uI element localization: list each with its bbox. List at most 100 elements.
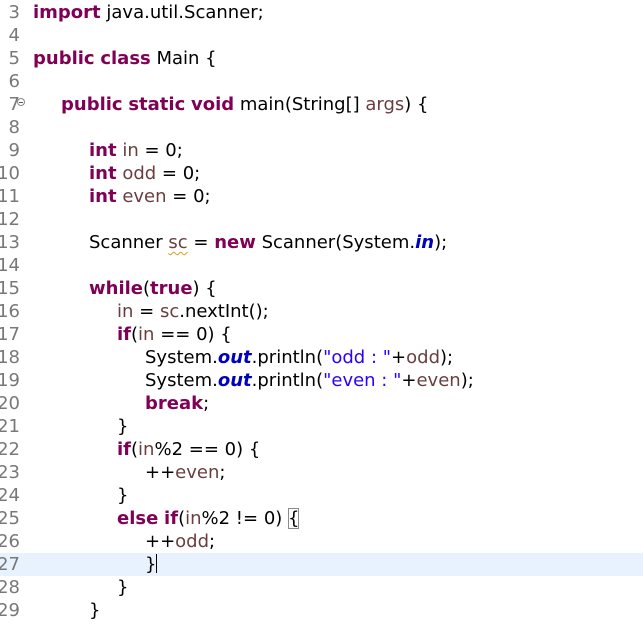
code-line[interactable]: 19 System.out.println("even : "+even); — [0, 369, 643, 392]
line-number-gutter: 15 — [0, 277, 30, 300]
line-number: 23 — [0, 462, 20, 483]
code-token: + — [391, 347, 407, 368]
code-line[interactable]: 23 ++even; — [0, 461, 643, 484]
code-text[interactable]: } — [117, 415, 128, 438]
code-token: ) { — [192, 278, 217, 299]
line-number: 27 — [0, 554, 20, 575]
code-line[interactable]: 7 public static void main(String[] args) … — [0, 93, 643, 116]
code-line[interactable]: 27} — [0, 553, 643, 576]
code-token: = — [133, 301, 160, 322]
code-text[interactable]: System.out.println("odd : "+odd); — [145, 346, 453, 369]
code-token: %2 != 0) — [201, 508, 289, 529]
line-number: 4 — [8, 25, 20, 46]
keyword-token: else — [117, 508, 159, 529]
variable-token: odd — [122, 163, 157, 184]
variable-token: in — [138, 324, 155, 345]
code-text[interactable]: int even = 0; — [89, 185, 211, 208]
string-token: "odd : " — [323, 347, 392, 368]
code-text[interactable]: } — [117, 484, 128, 507]
keyword-token: while — [89, 278, 143, 299]
code-line[interactable]: 12 — [0, 208, 643, 231]
line-number-gutter: 17 — [0, 323, 30, 346]
code-text[interactable]: int in = 0; — [89, 139, 183, 162]
code-line[interactable]: 28} — [0, 576, 643, 599]
line-number: 19 — [0, 370, 20, 391]
code-line[interactable]: 8 — [0, 116, 643, 139]
line-number-gutter: 26 — [0, 530, 30, 553]
code-line[interactable]: 9 int in = 0; — [0, 139, 643, 162]
code-line[interactable]: 6 — [0, 70, 643, 93]
code-line[interactable]: 21} — [0, 415, 643, 438]
code-token: ( — [131, 324, 139, 345]
code-line[interactable]: 22 if(in%2 == 0) { — [0, 438, 643, 461]
code-token: ; — [203, 393, 210, 414]
code-text[interactable]: System.out.println("even : "+even); — [145, 369, 474, 392]
code-text[interactable]: public class Main { — [33, 47, 217, 70]
code-text[interactable]: } — [117, 576, 128, 599]
line-number: 10 — [0, 163, 20, 184]
line-number-gutter: 6 — [0, 70, 30, 93]
code-line[interactable]: 29} — [0, 599, 643, 622]
code-token: + — [401, 370, 417, 391]
code-line[interactable]: 24} — [0, 484, 643, 507]
code-text[interactable]: ++odd; — [145, 530, 215, 553]
line-number-gutter: 7 — [0, 93, 30, 116]
line-number: 6 — [8, 71, 20, 92]
line-number-gutter: 9 — [0, 139, 30, 162]
code-line[interactable]: 25 else if(in%2 != 0) { — [0, 507, 643, 530]
code-token: .println( — [251, 347, 324, 368]
code-token: } — [89, 600, 101, 621]
code-line[interactable]: 4 — [0, 24, 643, 47]
code-line[interactable]: 15 while(true) { — [0, 277, 643, 300]
variable-token: sc — [168, 232, 188, 253]
line-number: 14 — [0, 255, 20, 276]
code-text[interactable]: int odd = 0; — [89, 162, 200, 185]
code-line[interactable]: 13 Scanner sc = new Scanner(System.in); — [0, 231, 643, 254]
code-line[interactable]: 14 — [0, 254, 643, 277]
code-line[interactable]: 3 import java.util.Scanner; — [0, 1, 643, 24]
variable-token: odd — [406, 347, 440, 368]
code-editor[interactable]: 3 import java.util.Scanner; 4 5 public class… — [0, 0, 643, 624]
code-token: ( — [143, 278, 151, 299]
code-text[interactable]: ++even; — [145, 461, 225, 484]
code-token: .println( — [251, 370, 324, 391]
code-token: ; — [209, 531, 216, 552]
line-number-gutter: 28 — [0, 576, 30, 599]
line-number: 12 — [0, 209, 20, 230]
code-line[interactable]: 17 if(in == 0) { — [0, 323, 643, 346]
code-token: Main { — [150, 48, 217, 69]
code-text[interactable]: Scanner sc = new Scanner(System.in); — [89, 231, 447, 254]
code-text[interactable]: if(in%2 == 0) { — [117, 438, 260, 461]
variable-token: odd — [175, 531, 210, 552]
code-token: Scanner — [89, 232, 169, 253]
code-line[interactable]: 5 public class Main { — [0, 47, 643, 70]
code-text[interactable]: } — [89, 599, 100, 622]
code-text[interactable]: } — [145, 553, 158, 576]
code-token: .nextInt(); — [179, 301, 269, 322]
code-line[interactable]: 16 in = sc.nextInt(); — [0, 300, 643, 323]
code-text[interactable]: public static void main(String[] args) { — [61, 93, 428, 116]
code-text[interactable]: else if(in%2 != 0) { — [117, 507, 300, 530]
collapse-fold-icon[interactable] — [17, 98, 25, 106]
line-number-gutter: 25 — [0, 507, 30, 530]
code-text[interactable]: in = sc.nextInt(); — [117, 300, 269, 323]
variable-token: sc — [159, 301, 180, 322]
code-text[interactable]: break; — [145, 392, 209, 415]
code-token: = — [187, 232, 215, 253]
code-text[interactable]: import java.util.Scanner; — [33, 1, 264, 24]
line-number: 26 — [0, 531, 20, 552]
code-line[interactable]: 26 ++odd; — [0, 530, 643, 553]
code-line[interactable]: 10 int odd = 0; — [0, 162, 643, 185]
code-token: } — [117, 485, 129, 506]
code-text[interactable]: while(true) { — [89, 277, 217, 300]
code-line[interactable]: 18 System.out.println("odd : "+odd); — [0, 346, 643, 369]
code-token: } — [117, 577, 129, 598]
code-line[interactable]: 11 int even = 0; — [0, 185, 643, 208]
line-number: 20 — [0, 393, 20, 414]
code-text[interactable]: if(in == 0) { — [117, 323, 232, 346]
keyword-token: new — [214, 232, 256, 253]
line-number-gutter: 21 — [0, 415, 30, 438]
line-number: 29 — [0, 600, 20, 621]
code-line[interactable]: 20 break; — [0, 392, 643, 415]
code-token: ++ — [145, 531, 176, 552]
